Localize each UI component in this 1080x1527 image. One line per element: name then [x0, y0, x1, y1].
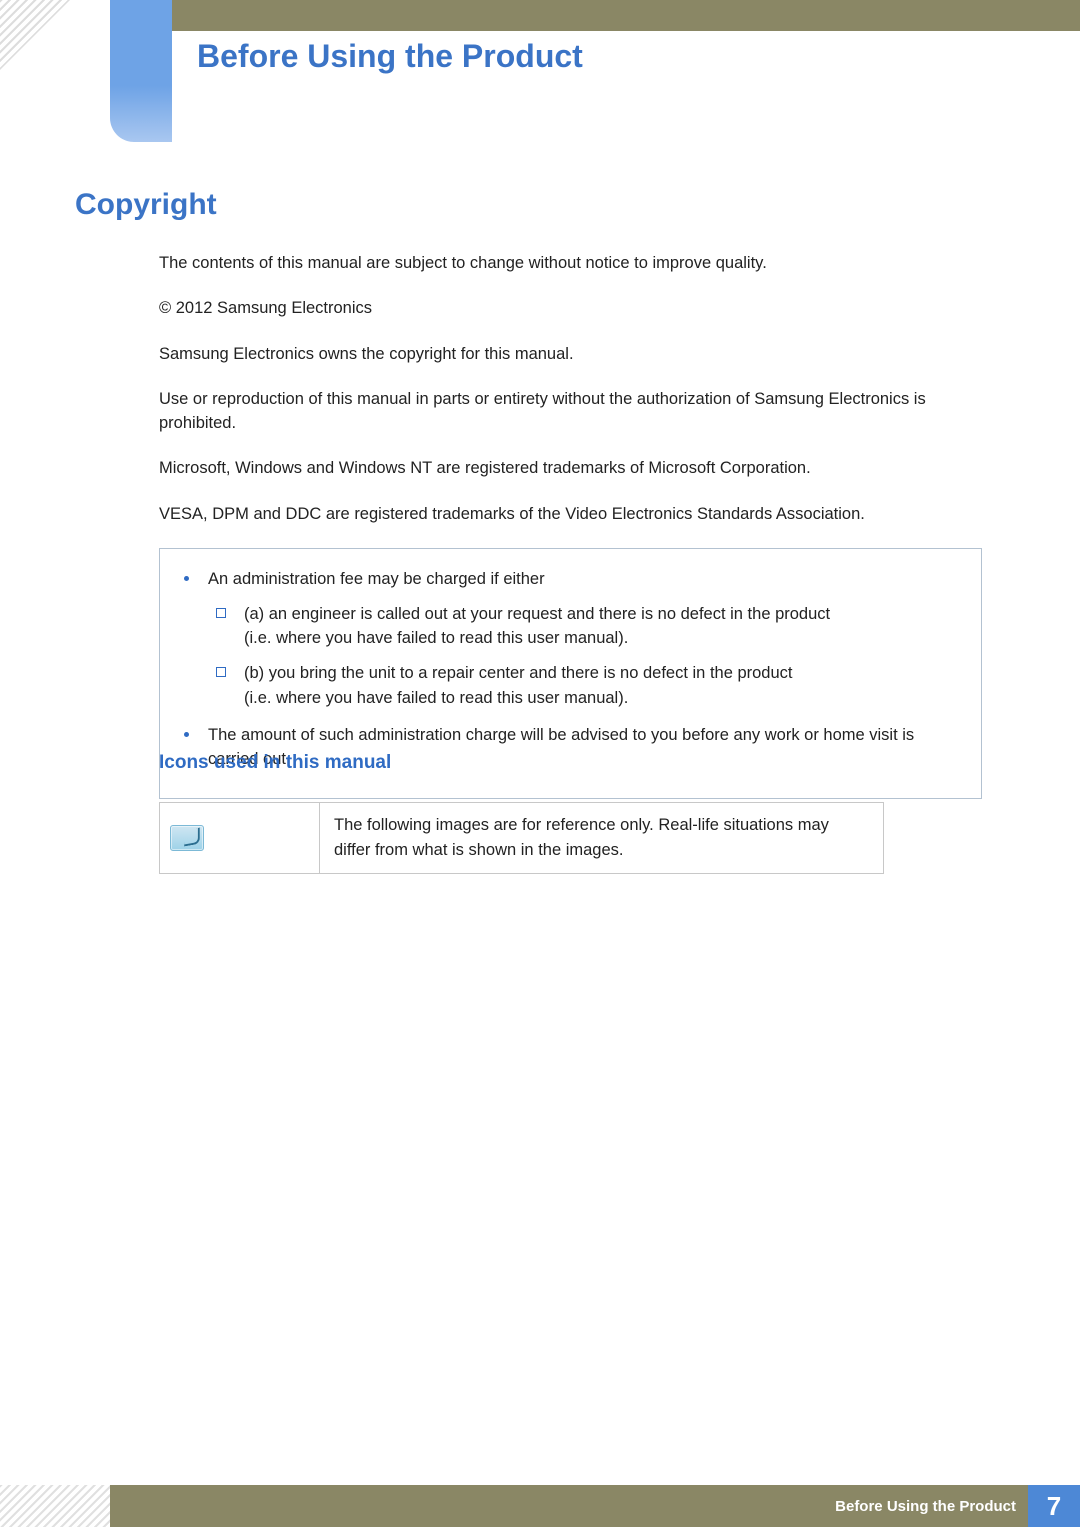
page-footer: Before Using the Product 7 — [0, 1485, 1080, 1527]
footer-chapter-label: Before Using the Product — [835, 1498, 1016, 1515]
note-sub-item: (b) you bring the unit to a repair cente… — [208, 661, 967, 711]
manual-page: Before Using the Product Copyright The c… — [0, 0, 1080, 1527]
bullet-text: An administration fee may be charged if … — [208, 570, 545, 588]
footer-page-number: 7 — [1028, 1485, 1080, 1527]
paragraph: Use or reproduction of this manual in pa… — [159, 388, 982, 435]
reference-note-icon — [170, 825, 204, 851]
chapter-tab-extension — [110, 86, 172, 142]
paragraph: Microsoft, Windows and Windows NT are re… — [159, 457, 982, 480]
note-sub-item: (a) an engineer is called out at your re… — [208, 602, 967, 652]
corner-hatch-decoration — [0, 0, 70, 70]
note-sub-list: (a) an engineer is called out at your re… — [208, 602, 967, 711]
body-column: The contents of this manual are subject … — [159, 252, 982, 799]
sub-line: (i.e. where you have failed to read this… — [244, 686, 967, 711]
paragraph: VESA, DPM and DDC are registered tradema… — [159, 503, 982, 526]
icons-table: The following images are for reference o… — [159, 802, 884, 874]
header-olive-bar — [172, 0, 1080, 31]
subheading-icons-used: Icons used in this manual — [159, 752, 391, 774]
icons-table-icon-cell — [160, 803, 320, 873]
chapter-tab — [110, 0, 172, 86]
paragraph: Samsung Electronics owns the copyright f… — [159, 343, 982, 366]
chapter-title: Before Using the Product — [197, 38, 583, 75]
footer-olive-bar: Before Using the Product — [110, 1485, 1028, 1527]
footer-hatch-decoration — [0, 1485, 110, 1527]
sub-line: (i.e. where you have failed to read this… — [244, 626, 967, 651]
sub-line: (b) you bring the unit to a repair cente… — [244, 661, 967, 686]
paragraph: © 2012 Samsung Electronics — [159, 297, 982, 320]
note-bullet-item: An administration fee may be charged if … — [174, 567, 967, 711]
chapter-header-band: Before Using the Product — [0, 0, 1080, 86]
icons-table-description-cell: The following images are for reference o… — [320, 803, 883, 873]
sub-line: (a) an engineer is called out at your re… — [244, 602, 967, 627]
section-heading-copyright: Copyright — [75, 188, 217, 222]
note-bullet-list: An administration fee may be charged if … — [174, 567, 967, 772]
paragraph: The contents of this manual are subject … — [159, 252, 982, 275]
